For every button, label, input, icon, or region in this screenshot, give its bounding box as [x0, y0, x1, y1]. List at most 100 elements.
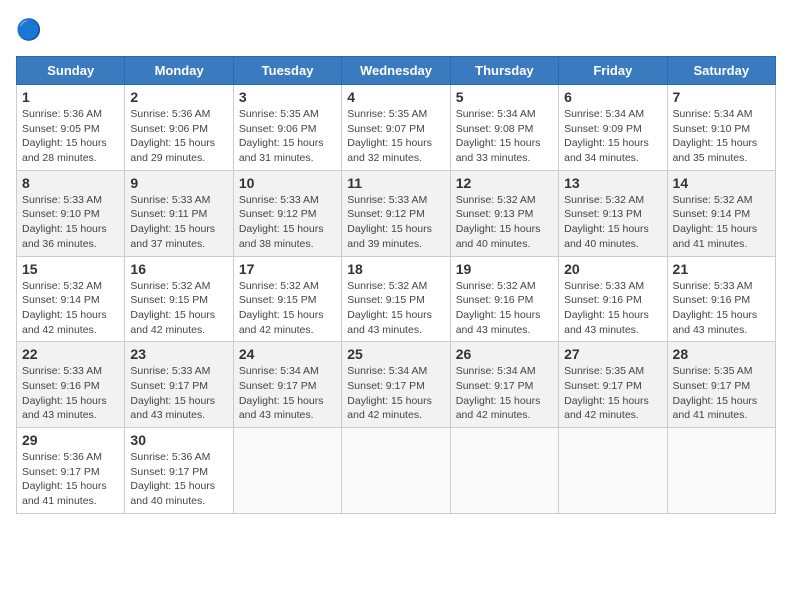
- day-number: 3: [239, 89, 336, 105]
- day-detail: Sunrise: 5:32 AM Sunset: 9:16 PM Dayligh…: [456, 279, 553, 338]
- day-number: 15: [22, 261, 119, 277]
- day-number: 18: [347, 261, 444, 277]
- day-detail: Sunrise: 5:34 AM Sunset: 9:08 PM Dayligh…: [456, 107, 553, 166]
- day-detail: Sunrise: 5:36 AM Sunset: 9:17 PM Dayligh…: [130, 450, 227, 509]
- weekday-header-saturday: Saturday: [667, 57, 775, 85]
- calendar-day-14: 14 Sunrise: 5:32 AM Sunset: 9:14 PM Dayl…: [667, 170, 775, 256]
- weekday-header-sunday: Sunday: [17, 57, 125, 85]
- calendar-day-19: 19 Sunrise: 5:32 AM Sunset: 9:16 PM Dayl…: [450, 256, 558, 342]
- calendar-day-20: 20 Sunrise: 5:33 AM Sunset: 9:16 PM Dayl…: [559, 256, 667, 342]
- day-detail: Sunrise: 5:32 AM Sunset: 9:14 PM Dayligh…: [22, 279, 119, 338]
- calendar-day-18: 18 Sunrise: 5:32 AM Sunset: 9:15 PM Dayl…: [342, 256, 450, 342]
- day-detail: Sunrise: 5:34 AM Sunset: 9:17 PM Dayligh…: [347, 364, 444, 423]
- calendar-day-13: 13 Sunrise: 5:32 AM Sunset: 9:13 PM Dayl…: [559, 170, 667, 256]
- weekday-header-wednesday: Wednesday: [342, 57, 450, 85]
- day-number: 9: [130, 175, 227, 191]
- day-detail: Sunrise: 5:36 AM Sunset: 9:17 PM Dayligh…: [22, 450, 119, 509]
- svg-text:🔵: 🔵: [16, 18, 42, 42]
- day-number: 8: [22, 175, 119, 191]
- day-detail: Sunrise: 5:32 AM Sunset: 9:13 PM Dayligh…: [456, 193, 553, 252]
- day-detail: Sunrise: 5:32 AM Sunset: 9:13 PM Dayligh…: [564, 193, 661, 252]
- empty-cell: [559, 428, 667, 514]
- day-number: 4: [347, 89, 444, 105]
- day-number: 26: [456, 346, 553, 362]
- empty-cell: [233, 428, 341, 514]
- day-detail: Sunrise: 5:34 AM Sunset: 9:09 PM Dayligh…: [564, 107, 661, 166]
- day-detail: Sunrise: 5:32 AM Sunset: 9:15 PM Dayligh…: [239, 279, 336, 338]
- day-number: 25: [347, 346, 444, 362]
- calendar-day-10: 10 Sunrise: 5:33 AM Sunset: 9:12 PM Dayl…: [233, 170, 341, 256]
- calendar-day-16: 16 Sunrise: 5:32 AM Sunset: 9:15 PM Dayl…: [125, 256, 233, 342]
- calendar-day-11: 11 Sunrise: 5:33 AM Sunset: 9:12 PM Dayl…: [342, 170, 450, 256]
- day-detail: Sunrise: 5:33 AM Sunset: 9:16 PM Dayligh…: [22, 364, 119, 423]
- day-number: 12: [456, 175, 553, 191]
- day-number: 14: [673, 175, 770, 191]
- day-detail: Sunrise: 5:34 AM Sunset: 9:17 PM Dayligh…: [239, 364, 336, 423]
- day-number: 5: [456, 89, 553, 105]
- day-detail: Sunrise: 5:35 AM Sunset: 9:07 PM Dayligh…: [347, 107, 444, 166]
- day-number: 17: [239, 261, 336, 277]
- day-number: 29: [22, 432, 119, 448]
- calendar-day-7: 7 Sunrise: 5:34 AM Sunset: 9:10 PM Dayli…: [667, 85, 775, 171]
- day-detail: Sunrise: 5:35 AM Sunset: 9:17 PM Dayligh…: [564, 364, 661, 423]
- calendar-table: SundayMondayTuesdayWednesdayThursdayFrid…: [16, 56, 776, 514]
- calendar-day-12: 12 Sunrise: 5:32 AM Sunset: 9:13 PM Dayl…: [450, 170, 558, 256]
- day-number: 21: [673, 261, 770, 277]
- calendar-day-9: 9 Sunrise: 5:33 AM Sunset: 9:11 PM Dayli…: [125, 170, 233, 256]
- day-detail: Sunrise: 5:32 AM Sunset: 9:15 PM Dayligh…: [130, 279, 227, 338]
- day-detail: Sunrise: 5:36 AM Sunset: 9:06 PM Dayligh…: [130, 107, 227, 166]
- day-number: 2: [130, 89, 227, 105]
- day-detail: Sunrise: 5:34 AM Sunset: 9:10 PM Dayligh…: [673, 107, 770, 166]
- day-number: 7: [673, 89, 770, 105]
- day-detail: Sunrise: 5:32 AM Sunset: 9:14 PM Dayligh…: [673, 193, 770, 252]
- calendar-day-22: 22 Sunrise: 5:33 AM Sunset: 9:16 PM Dayl…: [17, 342, 125, 428]
- day-number: 6: [564, 89, 661, 105]
- day-number: 13: [564, 175, 661, 191]
- day-number: 23: [130, 346, 227, 362]
- calendar-day-27: 27 Sunrise: 5:35 AM Sunset: 9:17 PM Dayl…: [559, 342, 667, 428]
- day-detail: Sunrise: 5:33 AM Sunset: 9:16 PM Dayligh…: [564, 279, 661, 338]
- day-number: 28: [673, 346, 770, 362]
- day-detail: Sunrise: 5:35 AM Sunset: 9:06 PM Dayligh…: [239, 107, 336, 166]
- day-number: 22: [22, 346, 119, 362]
- day-detail: Sunrise: 5:33 AM Sunset: 9:10 PM Dayligh…: [22, 193, 119, 252]
- page-header: 🔵: [16, 16, 776, 44]
- day-detail: Sunrise: 5:32 AM Sunset: 9:15 PM Dayligh…: [347, 279, 444, 338]
- calendar-day-15: 15 Sunrise: 5:32 AM Sunset: 9:14 PM Dayl…: [17, 256, 125, 342]
- day-detail: Sunrise: 5:34 AM Sunset: 9:17 PM Dayligh…: [456, 364, 553, 423]
- calendar-day-3: 3 Sunrise: 5:35 AM Sunset: 9:06 PM Dayli…: [233, 85, 341, 171]
- day-detail: Sunrise: 5:33 AM Sunset: 9:12 PM Dayligh…: [347, 193, 444, 252]
- day-number: 24: [239, 346, 336, 362]
- calendar-day-1: 1 Sunrise: 5:36 AM Sunset: 9:05 PM Dayli…: [17, 85, 125, 171]
- weekday-header-tuesday: Tuesday: [233, 57, 341, 85]
- day-number: 27: [564, 346, 661, 362]
- calendar-day-23: 23 Sunrise: 5:33 AM Sunset: 9:17 PM Dayl…: [125, 342, 233, 428]
- day-detail: Sunrise: 5:33 AM Sunset: 9:16 PM Dayligh…: [673, 279, 770, 338]
- calendar-day-25: 25 Sunrise: 5:34 AM Sunset: 9:17 PM Dayl…: [342, 342, 450, 428]
- calendar-day-8: 8 Sunrise: 5:33 AM Sunset: 9:10 PM Dayli…: [17, 170, 125, 256]
- logo: 🔵: [16, 16, 48, 44]
- calendar-day-5: 5 Sunrise: 5:34 AM Sunset: 9:08 PM Dayli…: [450, 85, 558, 171]
- calendar-day-26: 26 Sunrise: 5:34 AM Sunset: 9:17 PM Dayl…: [450, 342, 558, 428]
- empty-cell: [450, 428, 558, 514]
- weekday-header-friday: Friday: [559, 57, 667, 85]
- day-detail: Sunrise: 5:33 AM Sunset: 9:17 PM Dayligh…: [130, 364, 227, 423]
- day-number: 30: [130, 432, 227, 448]
- day-detail: Sunrise: 5:36 AM Sunset: 9:05 PM Dayligh…: [22, 107, 119, 166]
- day-detail: Sunrise: 5:35 AM Sunset: 9:17 PM Dayligh…: [673, 364, 770, 423]
- day-detail: Sunrise: 5:33 AM Sunset: 9:12 PM Dayligh…: [239, 193, 336, 252]
- weekday-header-thursday: Thursday: [450, 57, 558, 85]
- day-detail: Sunrise: 5:33 AM Sunset: 9:11 PM Dayligh…: [130, 193, 227, 252]
- calendar-day-24: 24 Sunrise: 5:34 AM Sunset: 9:17 PM Dayl…: [233, 342, 341, 428]
- calendar-day-4: 4 Sunrise: 5:35 AM Sunset: 9:07 PM Dayli…: [342, 85, 450, 171]
- calendar-day-30: 30 Sunrise: 5:36 AM Sunset: 9:17 PM Dayl…: [125, 428, 233, 514]
- day-number: 10: [239, 175, 336, 191]
- empty-cell: [342, 428, 450, 514]
- day-number: 1: [22, 89, 119, 105]
- calendar-day-6: 6 Sunrise: 5:34 AM Sunset: 9:09 PM Dayli…: [559, 85, 667, 171]
- calendar-day-17: 17 Sunrise: 5:32 AM Sunset: 9:15 PM Dayl…: [233, 256, 341, 342]
- empty-cell: [667, 428, 775, 514]
- calendar-day-2: 2 Sunrise: 5:36 AM Sunset: 9:06 PM Dayli…: [125, 85, 233, 171]
- calendar-day-28: 28 Sunrise: 5:35 AM Sunset: 9:17 PM Dayl…: [667, 342, 775, 428]
- day-number: 11: [347, 175, 444, 191]
